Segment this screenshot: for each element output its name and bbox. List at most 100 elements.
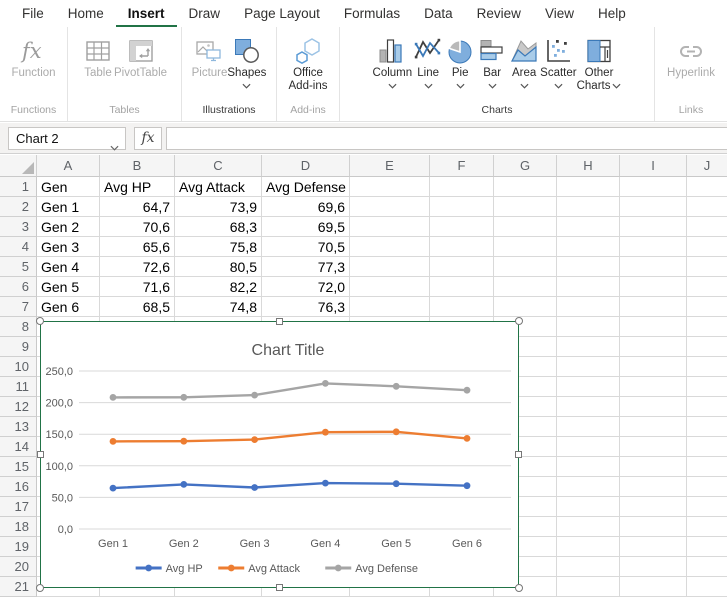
data-point-marker[interactable] [464,435,471,442]
data-point-marker[interactable] [322,380,329,387]
column-header-h[interactable]: H [557,155,620,177]
cell-I17[interactable] [620,497,687,517]
resize-handle-top[interactable] [276,318,283,325]
cell-H21[interactable] [557,577,620,597]
cell-F2[interactable] [430,197,494,217]
cell-J9[interactable] [687,337,727,357]
cell-J16[interactable] [687,477,727,497]
cell-E1[interactable] [350,177,430,197]
cell-J15[interactable] [687,457,727,477]
cell-J13[interactable] [687,417,727,437]
cell-A5[interactable]: Gen 4 [37,257,100,277]
cell-G1[interactable] [494,177,557,197]
cell-H10[interactable] [557,357,620,377]
cell-A2[interactable]: Gen 1 [37,197,100,217]
row-header-1[interactable]: 1 [0,177,37,197]
data-point-marker[interactable] [110,485,117,492]
resize-handle-bottom-left[interactable] [36,584,44,592]
cell-I5[interactable] [620,257,687,277]
row-header-5[interactable]: 5 [0,257,37,277]
cell-I18[interactable] [620,517,687,537]
ribbon-button-other-charts[interactable]: OtherCharts [577,32,622,104]
column-header-f[interactable]: F [430,155,494,177]
chevron-down-icon[interactable] [456,83,465,89]
cell-H20[interactable] [557,557,620,577]
row-header-11[interactable]: 11 [0,377,37,397]
tab-insert[interactable]: Insert [116,0,177,28]
cell-C6[interactable]: 82,2 [175,277,262,297]
cell-H15[interactable] [557,457,620,477]
cell-E4[interactable] [350,237,430,257]
column-header-a[interactable]: A [37,155,100,177]
data-point-marker[interactable] [393,480,400,487]
cell-I21[interactable] [620,577,687,597]
row-header-2[interactable]: 2 [0,197,37,217]
cell-C3[interactable]: 68,3 [175,217,262,237]
cell-D2[interactable]: 69,6 [262,197,350,217]
row-header-7[interactable]: 7 [0,297,37,317]
data-point-marker[interactable] [464,482,471,489]
data-point-marker[interactable] [251,436,258,443]
cell-J4[interactable] [687,237,727,257]
series-line-avg-attack[interactable] [113,432,467,442]
tab-page-layout[interactable]: Page Layout [232,0,332,28]
ribbon-button-pie[interactable]: Pie [444,32,476,104]
cell-H7[interactable] [557,297,620,317]
cell-B6[interactable]: 71,6 [100,277,175,297]
cell-J5[interactable] [687,257,727,277]
cell-A6[interactable]: Gen 5 [37,277,100,297]
row-header-13[interactable]: 13 [0,417,37,437]
legend-label[interactable]: Avg Defense [355,563,418,575]
cell-H12[interactable] [557,397,620,417]
cell-I3[interactable] [620,217,687,237]
resize-handle-bottom[interactable] [276,584,283,591]
cell-H19[interactable] [557,537,620,557]
chart-title[interactable]: Chart Title [252,342,325,359]
chevron-down-icon[interactable] [488,83,497,89]
data-point-marker[interactable] [180,438,187,445]
formula-input[interactable] [166,127,727,150]
data-point-marker[interactable] [180,481,187,488]
cell-J3[interactable] [687,217,727,237]
cell-H18[interactable] [557,517,620,537]
resize-handle-left[interactable] [37,451,44,458]
ribbon-button-line[interactable]: Line [412,32,444,104]
tab-view[interactable]: View [533,0,586,28]
cell-H9[interactable] [557,337,620,357]
chevron-down-icon[interactable] [554,83,563,89]
row-header-14[interactable]: 14 [0,437,37,457]
insert-function-button[interactable]: fx [134,127,162,150]
tab-home[interactable]: Home [56,0,116,28]
series-line-avg-defense[interactable] [113,383,467,397]
cell-J1[interactable] [687,177,727,197]
cell-J17[interactable] [687,497,727,517]
cell-B7[interactable]: 68,5 [100,297,175,317]
resize-handle-right[interactable] [515,451,522,458]
tab-draw[interactable]: Draw [177,0,233,28]
cell-H4[interactable] [557,237,620,257]
cell-J6[interactable] [687,277,727,297]
cell-A1[interactable]: Gen [37,177,100,197]
column-header-j[interactable]: J [687,155,727,177]
cell-E3[interactable] [350,217,430,237]
cell-H8[interactable] [557,317,620,337]
cell-C7[interactable]: 74,8 [175,297,262,317]
cell-F7[interactable] [430,297,494,317]
cell-H5[interactable] [557,257,620,277]
cell-J21[interactable] [687,577,727,597]
chevron-down-icon[interactable] [520,83,529,89]
cell-E7[interactable] [350,297,430,317]
cell-J2[interactable] [687,197,727,217]
row-header-18[interactable]: 18 [0,517,37,537]
cell-H2[interactable] [557,197,620,217]
data-point-marker[interactable] [251,484,258,491]
cell-F3[interactable] [430,217,494,237]
cell-D6[interactable]: 72,0 [262,277,350,297]
cell-B2[interactable]: 64,7 [100,197,175,217]
row-header-16[interactable]: 16 [0,477,37,497]
cell-I19[interactable] [620,537,687,557]
cell-H1[interactable] [557,177,620,197]
row-header-15[interactable]: 15 [0,457,37,477]
cell-I16[interactable] [620,477,687,497]
row-header-21[interactable]: 21 [0,577,37,597]
